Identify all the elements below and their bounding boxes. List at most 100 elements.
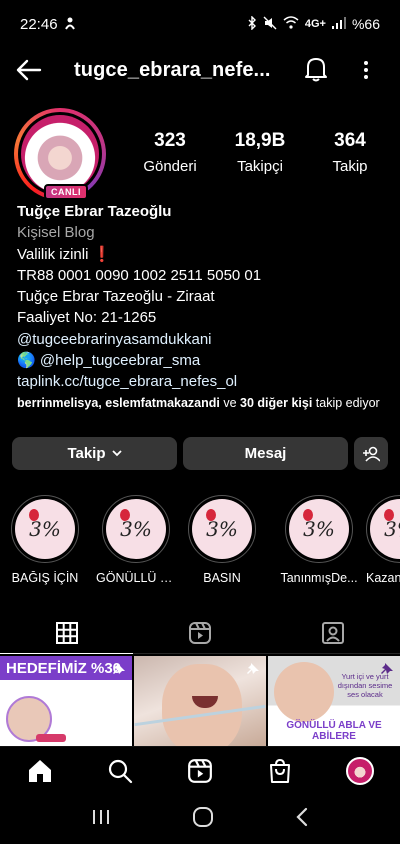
profile-full-name: Tuğçe Ebrar Tazeoğlu: [17, 203, 172, 220]
battery-percent: %66: [351, 16, 380, 32]
arrow-left-icon: [16, 59, 42, 81]
bio-mention-link[interactable]: @tugceebrarinyasamdukkani: [17, 329, 387, 350]
notifications-button[interactable]: [303, 55, 331, 85]
nav-profile[interactable]: [320, 747, 400, 795]
highlight-item[interactable]: 3% BASIN: [182, 495, 262, 585]
post-thumbnail[interactable]: HEDEFİMİZ %30: [0, 656, 132, 746]
nav-search[interactable]: [80, 747, 160, 795]
follow-button[interactable]: Takip: [12, 437, 177, 470]
nav-home[interactable]: [0, 747, 80, 795]
highlight-item[interactable]: 3% GÖNÜLLÜ O...: [96, 495, 176, 585]
highlight-label: BAĞIŞ İÇİN: [11, 571, 79, 585]
stat-following[interactable]: 364 Takip: [305, 130, 395, 175]
profile-tabs: [0, 612, 400, 654]
post-text: Yurt içi ve yurt dışından sesime ses ola…: [337, 672, 393, 699]
status-icons: 4G+ %66: [247, 14, 380, 33]
stat-posts[interactable]: 323 Gönderi: [125, 130, 215, 175]
highlight-cover: 3%: [289, 499, 349, 559]
chevron-left-icon: [296, 807, 308, 826]
balloon-icon: [303, 509, 313, 521]
profile-category: Kişisel Blog: [17, 224, 95, 242]
nav-shop[interactable]: [240, 747, 320, 795]
follow-label: Takip: [67, 445, 106, 462]
highlight-item[interactable]: 3% Kazan: [366, 495, 400, 585]
more-vertical-icon: [364, 61, 368, 79]
message-label: Mesaj: [244, 445, 287, 462]
recent-apps-button[interactable]: [91, 808, 111, 831]
bio-line: Tuğçe Ebrar Tazeoğlu - Ziraat: [17, 288, 215, 306]
stat-followers[interactable]: 18,9B Takipçi: [215, 130, 305, 175]
stat-label: Gönderi: [143, 158, 197, 175]
tab-posts-grid[interactable]: [0, 612, 134, 654]
bio-line: Valilik izinli ❗: [17, 245, 112, 263]
profile-stats: 323 Gönderi 18,9B Takipçi 364 Takip: [125, 130, 395, 175]
notification-icon: [64, 16, 76, 33]
home-circle-icon: [192, 806, 213, 827]
highlight-cover: 3%: [192, 499, 252, 559]
bio-line: TR88 0001 0090 1002 2511 5050 01: [17, 266, 262, 284]
post-thumbnail[interactable]: [134, 656, 266, 746]
post-thumbnail[interactable]: Yurt içi ve yurt dışından sesime ses ola…: [268, 656, 400, 746]
home-system-button[interactable]: [192, 806, 214, 833]
balloon-icon: [120, 509, 130, 521]
followed-by-mid: ve: [219, 395, 241, 410]
balloon-icon: [206, 509, 216, 521]
highlight-cover: 3%: [370, 499, 400, 559]
back-button[interactable]: [14, 55, 44, 85]
tab-tagged[interactable]: [267, 612, 400, 653]
post-photo: [274, 662, 334, 722]
signal-icon: [331, 16, 346, 32]
bottom-navigation: [0, 746, 400, 794]
back-system-button[interactable]: [295, 807, 309, 832]
grid-icon: [55, 621, 78, 644]
reels-icon: [188, 758, 212, 783]
post-pill: [36, 734, 66, 742]
posts-grid: HEDEFİMİZ %30 Yurt içi ve yurt dışından …: [0, 656, 400, 746]
status-time: 22:46: [20, 15, 58, 33]
search-icon: [108, 759, 133, 783]
nav-reels[interactable]: [160, 747, 240, 795]
highlight-cover: 3%: [106, 499, 166, 559]
story-highlights: 3% BAĞIŞ İÇİN 3% GÖNÜLLÜ O... 3% BASIN 3…: [0, 495, 400, 595]
suggested-users-button[interactable]: [354, 437, 388, 470]
wifi-icon: [283, 16, 299, 32]
live-badge: CANLI: [44, 184, 88, 200]
stat-value: 323: [154, 130, 186, 151]
profile-bio: Tuğçe Ebrar Tazeoğlu Kişisel Blog Valili…: [17, 201, 387, 412]
stat-label: Takipçi: [237, 158, 283, 175]
network-icon: 4G+: [304, 18, 326, 30]
profile-header: tugce_ebrara_nefe...: [0, 48, 400, 92]
avatar-image: [21, 115, 99, 193]
highlight-item[interactable]: 3% BAĞIŞ İÇİN: [5, 495, 85, 585]
status-bar: 22:46 4G+ %66: [0, 0, 400, 48]
message-button[interactable]: Mesaj: [183, 437, 348, 470]
stat-label: Takip: [332, 158, 368, 175]
chevron-down-icon: [111, 450, 122, 457]
profile-avatar[interactable]: CANLI: [14, 108, 106, 200]
bio-mention-link[interactable]: 🌎 @help_tugceebrar_sma: [17, 350, 387, 371]
home-icon: [29, 759, 51, 782]
tab-reels[interactable]: [133, 612, 266, 653]
avatar: [346, 756, 374, 785]
balloon-icon: [29, 509, 39, 521]
stat-value: 364: [334, 130, 366, 151]
bell-icon: [305, 58, 327, 82]
more-options-button[interactable]: [356, 56, 376, 84]
pin-icon: [381, 663, 393, 674]
pin-icon: [113, 663, 125, 674]
followed-by-others: 30 diğer kişi: [240, 395, 313, 410]
bio-line: Faaliyet No: 21-1265: [17, 309, 157, 327]
add-user-icon: [363, 446, 380, 462]
highlight-label: BASIN: [203, 571, 241, 585]
bio-external-link[interactable]: taplink.cc/tugce_ebrara_nefes_ol: [17, 371, 387, 392]
shopping-bag-icon: [270, 758, 290, 783]
mute-icon: [263, 16, 277, 33]
stat-value: 18,9B: [234, 130, 286, 151]
profile-username: tugce_ebrara_nefe...: [74, 58, 271, 81]
highlight-label: TanınmışDe...: [280, 571, 358, 585]
highlight-item[interactable]: 3% TanınmışDe...: [279, 495, 359, 585]
system-navigation: [0, 794, 400, 844]
followed-by[interactable]: berrinmelisya, eslemfatmakazandi ve 30 d…: [17, 395, 387, 412]
pin-icon: [247, 663, 259, 674]
followed-by-suffix: takip ediyor: [312, 395, 380, 410]
